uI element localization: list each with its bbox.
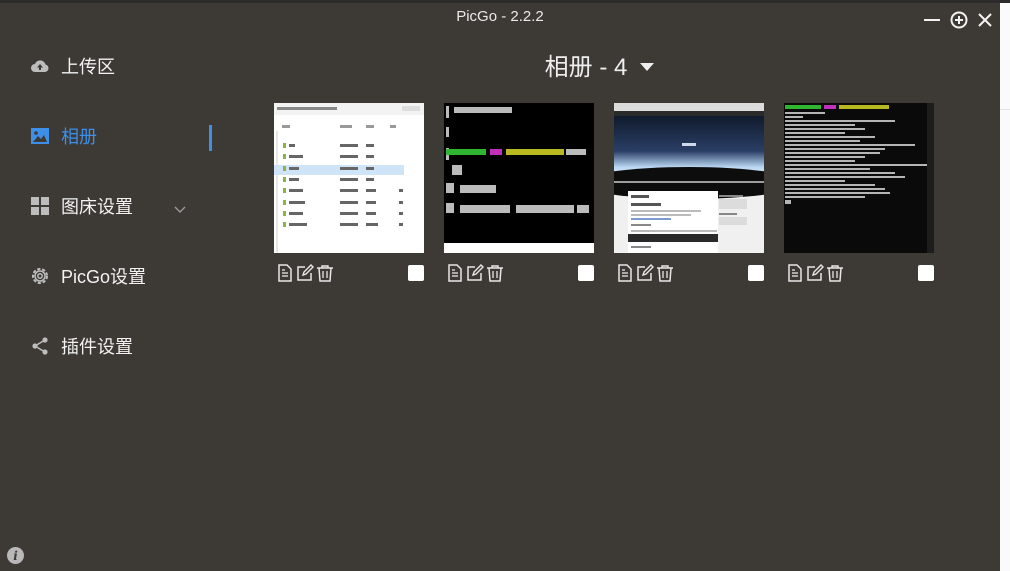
- album-title-dropdown[interactable]: 相册 - 4: [345, 47, 656, 82]
- trash-icon[interactable]: [656, 264, 674, 282]
- trash-icon[interactable]: [486, 264, 504, 282]
- album-header: 相册 - 4: [0, 47, 1000, 82]
- chevron-down-icon[interactable]: [174, 201, 186, 219]
- sidebar-item-label: 图床设置: [61, 197, 133, 217]
- sidebar-item-label: 相册: [61, 127, 97, 147]
- card-actions: [446, 264, 504, 282]
- active-indicator: [209, 125, 212, 151]
- gallery-thumbnail[interactable]: [784, 103, 934, 253]
- window-title: PicGo - 2.2.2: [456, 8, 544, 25]
- edit-icon[interactable]: [466, 264, 484, 282]
- select-checkbox[interactable]: [578, 265, 594, 281]
- sidebar-item-picgo-settings[interactable]: PicGo设置: [30, 263, 210, 289]
- maximize-button[interactable]: [950, 11, 968, 34]
- card-actions: [276, 264, 334, 282]
- select-checkbox[interactable]: [408, 265, 424, 281]
- gear-icon: [30, 266, 50, 286]
- file-icon[interactable]: [446, 264, 464, 282]
- gallery-card: [614, 103, 766, 282]
- file-icon[interactable]: [786, 264, 804, 282]
- caret-down-icon: [639, 51, 655, 79]
- gallery-card: [784, 103, 936, 282]
- trash-icon[interactable]: [316, 264, 334, 282]
- gallery-card: [274, 103, 426, 282]
- card-actions: [616, 264, 674, 282]
- file-icon[interactable]: [276, 264, 294, 282]
- edit-icon[interactable]: [296, 264, 314, 282]
- edit-icon[interactable]: [636, 264, 654, 282]
- plus-circle-icon: [950, 11, 968, 29]
- background-strip: [1000, 3, 1010, 571]
- image-icon: [30, 126, 50, 146]
- minimize-icon: [924, 19, 940, 21]
- share-icon: [30, 336, 50, 356]
- select-checkbox[interactable]: [748, 265, 764, 281]
- file-icon[interactable]: [616, 264, 634, 282]
- gallery-thumbnail[interactable]: [444, 103, 594, 253]
- sidebar-item-label: 插件设置: [61, 337, 133, 357]
- gallery-thumbnail[interactable]: [274, 103, 424, 253]
- card-actions: [786, 264, 844, 282]
- grid-icon: [30, 196, 50, 216]
- minimize-button[interactable]: [923, 11, 941, 34]
- gallery-card: [444, 103, 596, 282]
- sidebar-item-plugin-settings[interactable]: 插件设置: [30, 333, 210, 359]
- sidebar-item-label: PicGo设置: [61, 267, 147, 287]
- album-title: 相册 - 4: [544, 54, 628, 81]
- close-icon: [978, 13, 992, 27]
- trash-icon[interactable]: [826, 264, 844, 282]
- gallery-thumbnail[interactable]: [614, 103, 764, 253]
- app-window: PicGo - 2.2.2 上传区 相册 图床设置 PicGo设置 插件设置 相…: [0, 3, 1000, 571]
- select-checkbox[interactable]: [918, 265, 934, 281]
- edit-icon[interactable]: [806, 264, 824, 282]
- close-button[interactable]: [976, 11, 994, 34]
- info-icon[interactable]: i: [7, 547, 24, 564]
- sidebar-item-album[interactable]: 相册: [30, 123, 210, 149]
